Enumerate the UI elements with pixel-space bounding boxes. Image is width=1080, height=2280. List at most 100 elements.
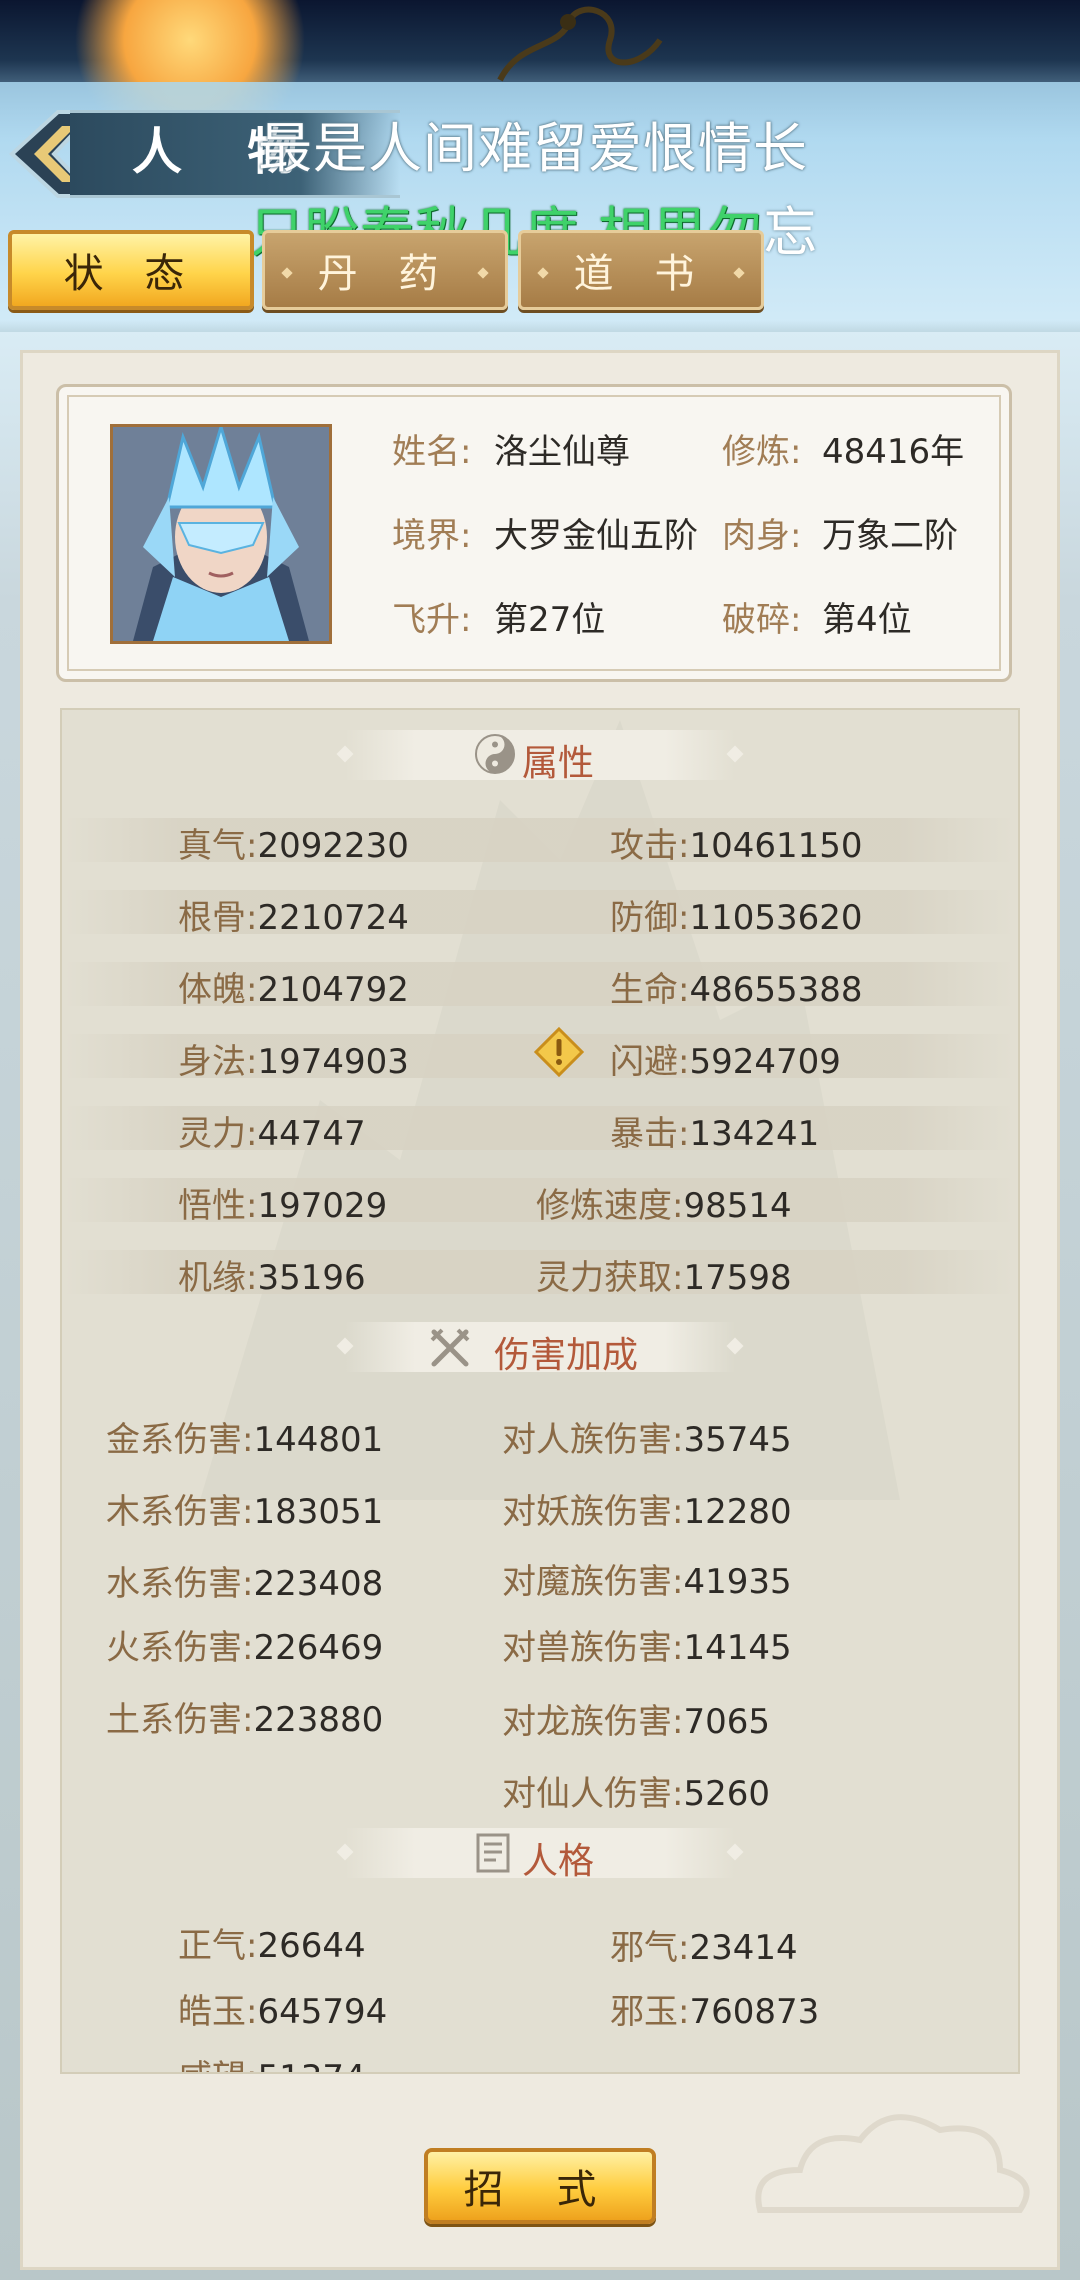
stat-value: 2210724 xyxy=(257,898,409,938)
stat-label: 灵力: xyxy=(178,1114,258,1154)
stat-value: 44747 xyxy=(257,1114,366,1154)
stat-haoyu: 皓玉:645794 xyxy=(178,1984,387,2033)
yin-yang-icon xyxy=(475,734,515,774)
stat-vs-dragon: 对龙族伤害:7065 xyxy=(502,1694,770,1743)
stat-shenfa: 身法:1974903 xyxy=(178,1034,409,1083)
tab-pills-label: 丹 药 xyxy=(317,251,453,297)
stat-label: 对兽族伤害: xyxy=(502,1628,684,1668)
stat-value: 11053620 xyxy=(689,898,863,938)
stat-label: 对仙人伤害: xyxy=(502,1774,684,1814)
stat-label: 正气: xyxy=(178,1926,258,1966)
stat-label: 对妖族伤害: xyxy=(502,1492,684,1532)
stat-label: 对龙族伤害: xyxy=(502,1702,684,1742)
name-label: 姓名: xyxy=(392,432,472,472)
stat-value: 5260 xyxy=(683,1774,770,1814)
stat-label: 邪玉: xyxy=(610,1992,690,2032)
stat-label: 体魄: xyxy=(178,970,258,1010)
stat-value: 41935 xyxy=(683,1562,792,1602)
tab-pills[interactable]: 丹 药 xyxy=(262,230,508,310)
crossed-swords-icon xyxy=(430,1328,470,1367)
stat-label: 根骨: xyxy=(178,898,258,938)
stat-dodge: 闪避:5924709 xyxy=(610,1034,841,1083)
stat-label: 身法: xyxy=(178,1042,258,1082)
stat-label: 火系伤害: xyxy=(106,1628,254,1668)
stat-value: 35196 xyxy=(257,1258,366,1298)
stat-vs-beast: 对兽族伤害:14145 xyxy=(502,1620,792,1669)
stat-value: 645794 xyxy=(257,1992,388,2032)
stat-label: 暴击: xyxy=(610,1114,690,1154)
stat-label: 邪气: xyxy=(610,1928,690,1968)
stat-value: 183051 xyxy=(253,1492,384,1532)
stat-value: 35745 xyxy=(683,1420,792,1460)
stat-label: 对魔族伤害: xyxy=(502,1562,684,1602)
warning-icon[interactable] xyxy=(534,1027,584,1077)
stat-prestige-clip: 威望:51374 xyxy=(170,2040,570,2072)
stat-water-damage: 水系伤害:223408 xyxy=(106,1556,383,1605)
stat-label: 机缘: xyxy=(178,1258,258,1298)
stat-value: 2104792 xyxy=(257,970,409,1010)
stat-value: 223408 xyxy=(253,1564,384,1604)
stat-value: 48655388 xyxy=(689,970,863,1010)
stat-value: 10461150 xyxy=(689,826,863,866)
stat-wuxing: 悟性:197029 xyxy=(178,1178,387,1227)
stat-cultivation-speed: 修炼速度:98514 xyxy=(536,1178,792,1227)
shatter-value: 第4位 xyxy=(822,600,912,640)
body-value: 万象二阶 xyxy=(822,516,958,556)
stat-label: 防御: xyxy=(610,898,690,938)
vine-ornament xyxy=(497,6,663,82)
realm-label: 境界: xyxy=(392,516,472,556)
ascend-label: 飞升: xyxy=(392,600,472,640)
stat-label: 生命: xyxy=(610,970,690,1010)
character-avatar[interactable] xyxy=(110,424,332,644)
tab-books[interactable]: 道 书 xyxy=(518,230,764,310)
skills-button[interactable]: 招 式 xyxy=(424,2148,656,2224)
stat-attack: 攻击:10461150 xyxy=(610,818,863,867)
ascend-value: 第27位 xyxy=(494,600,606,640)
stat-value: 98514 xyxy=(683,1186,792,1226)
stat-vs-demon: 对妖族伤害:12280 xyxy=(502,1484,792,1533)
tab-status[interactable]: 状 态 xyxy=(8,230,254,310)
realm-value: 大罗金仙五阶 xyxy=(494,516,698,556)
stat-label: 水系伤害: xyxy=(106,1564,254,1604)
scroll-icon xyxy=(476,1833,510,1873)
stat-value: 7065 xyxy=(683,1702,770,1742)
tab-books-label: 道 书 xyxy=(573,251,709,297)
attributes-title: 属性 xyxy=(522,743,595,784)
stat-jiyuan: 机缘:35196 xyxy=(178,1250,366,1299)
stat-tipo: 体魄:2104792 xyxy=(178,962,409,1011)
stat-defense: 防御:11053620 xyxy=(610,890,863,939)
shatter-label: 破碎: xyxy=(722,600,802,640)
stat-label: 攻击: xyxy=(610,826,690,866)
stat-label: 灵力获取: xyxy=(536,1258,684,1298)
cultivation-value: 48416年 xyxy=(822,432,965,472)
stat-lingli: 灵力:44747 xyxy=(178,1106,366,1155)
stat-value: 226469 xyxy=(253,1628,384,1668)
stat-value: 17598 xyxy=(683,1258,792,1298)
stat-label: 真气: xyxy=(178,826,258,866)
stat-label: 悟性: xyxy=(178,1186,258,1226)
stat-value: 5924709 xyxy=(689,1042,841,1082)
lyric-line-2-rest: 忘 xyxy=(763,201,819,264)
stat-value: 197029 xyxy=(257,1186,388,1226)
stat-vs-devil: 对魔族伤害:41935 xyxy=(502,1554,792,1603)
stat-prestige: 威望:51374 xyxy=(178,2050,366,2072)
stat-value: 12280 xyxy=(683,1492,792,1532)
stat-label: 土系伤害: xyxy=(106,1700,254,1740)
stat-earth-damage: 土系伤害:223880 xyxy=(106,1692,383,1741)
stat-label: 对人族伤害: xyxy=(502,1420,684,1460)
stat-value: 14145 xyxy=(683,1628,792,1668)
stat-value: 23414 xyxy=(689,1928,798,1968)
stat-value: 1974903 xyxy=(257,1042,409,1082)
stat-fire-damage: 火系伤害:226469 xyxy=(106,1620,383,1669)
stat-label: 闪避: xyxy=(610,1042,690,1082)
body-label: 肉身: xyxy=(722,516,802,556)
stat-label: 木系伤害: xyxy=(106,1492,254,1532)
stat-zhenqi: 真气:2092230 xyxy=(178,818,409,867)
stat-value: 144801 xyxy=(253,1420,384,1460)
stat-lingli-gain: 灵力获取:17598 xyxy=(536,1250,792,1299)
stat-label: 修炼速度: xyxy=(536,1186,684,1226)
stat-gengu: 根骨:2210724 xyxy=(178,890,409,939)
name-value: 洛尘仙尊 xyxy=(494,432,630,472)
stat-righteous: 正气:26644 xyxy=(178,1918,366,1967)
stat-value: 223880 xyxy=(253,1700,384,1740)
